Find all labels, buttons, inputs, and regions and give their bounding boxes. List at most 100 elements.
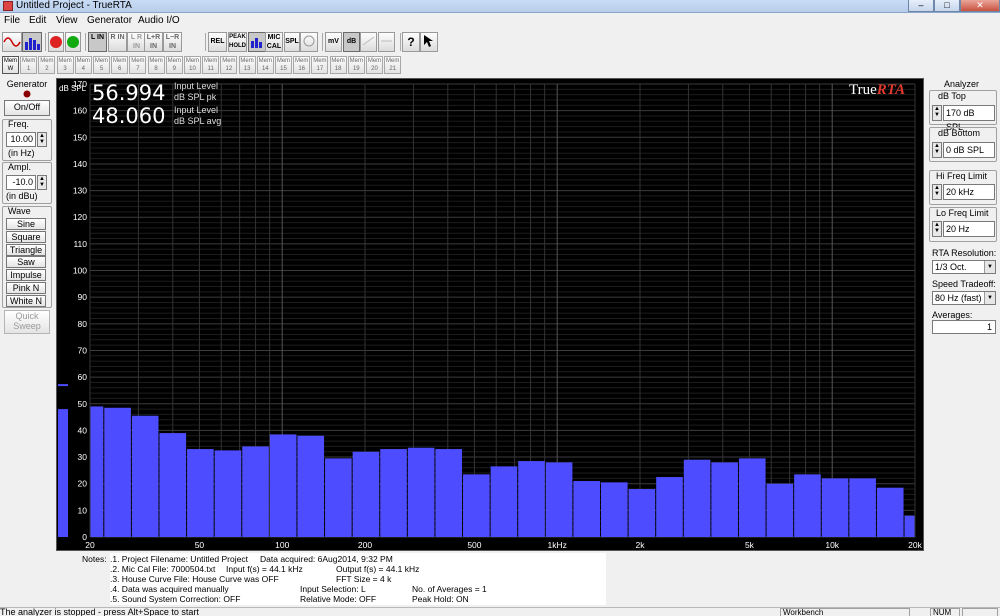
memory-button-10[interactable]: Mem 10 xyxy=(184,56,201,74)
memory-button-7[interactable]: Mem 7 xyxy=(129,56,147,74)
note-line-4c: No. of Averages = 1 xyxy=(412,584,487,594)
memory-button-12[interactable]: Mem 12 xyxy=(220,56,238,74)
memory-button-17[interactable]: Mem 17 xyxy=(311,56,329,74)
generator-on-off-button[interactable]: On/Off xyxy=(4,100,50,116)
y-tick-label: 10 xyxy=(78,505,88,515)
spectrum-view-button[interactable] xyxy=(22,32,42,52)
speed-tradeoff-value: 80 Hz (fast) xyxy=(935,293,982,303)
memory-button-11[interactable]: Mem 11 xyxy=(202,56,220,74)
generator-heading: Generator xyxy=(6,79,48,89)
note-line-3a: .3. House Curve File: House Curve was OF… xyxy=(110,574,279,584)
memory-button-0[interactable]: Mem W xyxy=(2,56,19,74)
db-bottom-field[interactable]: 0 dB SPL xyxy=(943,142,995,158)
db-top-spinner[interactable]: ▲ ▼ xyxy=(932,105,942,121)
ampl-unit-label: (in dBu) xyxy=(6,191,38,201)
input-left-button[interactable]: L IN xyxy=(88,32,107,52)
spectrum-bar xyxy=(794,474,821,537)
go-button[interactable] xyxy=(65,32,81,52)
memory-button-4[interactable]: Mem 4 xyxy=(74,56,92,74)
memory-button-3[interactable]: Mem 3 xyxy=(56,56,74,74)
stop-button[interactable] xyxy=(48,32,64,52)
disabled-meter-icon xyxy=(381,40,392,42)
average-view-button[interactable] xyxy=(248,32,266,52)
memory-button-20[interactable]: Mem 20 xyxy=(366,56,383,74)
memory-button-16[interactable]: Mem 16 xyxy=(293,56,311,74)
averages-field[interactable]: 1 xyxy=(932,320,996,334)
memory-button-13[interactable]: Mem 13 xyxy=(238,56,256,74)
memory-button-14[interactable]: Mem 14 xyxy=(256,56,274,74)
status-message: The analyzer is stopped - press Alt+Spac… xyxy=(0,607,199,616)
menu-audio-io[interactable]: Audio I/O xyxy=(138,15,180,27)
hi-freq-spinner[interactable]: ▲ ▼ xyxy=(932,184,942,200)
close-button[interactable]: ✕ xyxy=(960,0,1000,12)
input-sum-button[interactable]: L+R IN xyxy=(144,32,163,52)
memory-button-9[interactable]: Mem 9 xyxy=(165,56,183,74)
menu-view[interactable]: View xyxy=(56,15,78,27)
hi-freq-field[interactable]: 20 kHz xyxy=(943,184,995,200)
db-top-field[interactable]: 170 dB SPL xyxy=(943,105,995,132)
wrms-button[interactable] xyxy=(378,32,395,52)
quick-sweep-button[interactable]: Quick Sweep xyxy=(4,310,50,334)
memory-button-6[interactable]: Mem 6 xyxy=(111,56,129,74)
spectrum-bar xyxy=(821,478,849,537)
noise-button[interactable] xyxy=(300,32,318,52)
rta-resolution-select[interactable]: 1/3 Oct. ▼ xyxy=(932,260,996,274)
memory-button-8[interactable]: Mem 8 xyxy=(147,56,165,74)
memory-toolbar: Mem W Mem 1 Mem 2 Mem 3 Mem 4 Mem 5 Mem 6 Mem 7… xyxy=(0,55,402,75)
memory-button-1[interactable]: Mem 1 xyxy=(20,56,38,74)
note-line-2a: .2. Mic Cal File: 7000504.txt xyxy=(110,564,216,574)
peak-hold-button[interactable]: PEAK HOLD xyxy=(228,32,247,52)
memory-button-15[interactable]: Mem 15 xyxy=(275,56,292,74)
memory-button-21[interactable]: Mem 21 xyxy=(384,56,402,74)
wave-sine-button[interactable]: Sine xyxy=(6,218,46,230)
dropdown-arrow-icon: ▼ xyxy=(984,292,995,304)
ampl-input[interactable]: -10.0 xyxy=(6,175,36,190)
db-button[interactable]: dB xyxy=(343,32,360,52)
input-difference-button[interactable]: L−R IN xyxy=(163,32,182,52)
ampl-spinner[interactable]: ▲ ▼ xyxy=(37,175,47,190)
context-help-button[interactable] xyxy=(420,32,438,52)
lo-freq-spinner[interactable]: ▲ ▼ xyxy=(932,221,942,237)
minimize-button[interactable]: – xyxy=(908,0,934,12)
relative-button[interactable]: REL xyxy=(208,32,227,52)
menu-generator[interactable]: Generator xyxy=(87,15,132,27)
spectrum-bar xyxy=(573,481,600,537)
wave-pink-n-button[interactable]: Pink N xyxy=(6,282,46,294)
spectrum-bar xyxy=(656,477,683,537)
lo-freq-field[interactable]: 20 Hz xyxy=(943,221,995,237)
level-meter-avg-bar xyxy=(58,409,68,537)
db-fs-button[interactable] xyxy=(360,32,377,52)
peak-level-value: 56.994 xyxy=(92,81,166,105)
wave-white-n-button[interactable]: White N xyxy=(6,294,46,307)
peak-level-label: Input Level xyxy=(174,81,219,91)
freq-spinner[interactable]: ▲ ▼ xyxy=(37,132,47,147)
wave-saw-button[interactable]: Saw xyxy=(6,256,46,269)
mic-cal-button[interactable]: MIC CAL xyxy=(265,32,283,52)
freq-input[interactable]: 10.00 xyxy=(6,132,36,147)
x-tick-label: 200 xyxy=(358,540,372,550)
avg-level-value: 48.060 xyxy=(92,104,166,128)
menu-edit[interactable]: Edit xyxy=(29,15,46,27)
menu-file[interactable]: File xyxy=(4,15,20,27)
spl-button[interactable]: SPL xyxy=(284,32,300,52)
maximize-button[interactable]: □ xyxy=(934,0,960,12)
input-right-button[interactable]: R IN xyxy=(108,32,127,52)
memory-button-5[interactable]: Mem 5 xyxy=(93,56,110,74)
db-bottom-spinner[interactable]: ▲ ▼ xyxy=(932,142,942,158)
millivolt-button[interactable]: mV xyxy=(325,32,342,52)
speaker-icon xyxy=(303,35,315,47)
wave-triangle-button[interactable]: Triangle xyxy=(6,243,46,256)
help-button[interactable]: ? xyxy=(402,32,420,52)
wave-impulse-button[interactable]: Impulse xyxy=(6,269,46,282)
oscilloscope-view-button[interactable] xyxy=(2,32,22,52)
note-line-1b: Data acquired: 6Aug2014, 9:32 PM xyxy=(260,554,393,564)
rta-plot: 0 10 20 30 40 50 60 70 80 90 100 110 120 130 140 150 160… xyxy=(56,78,924,551)
wave-square-button[interactable]: Square xyxy=(6,230,46,243)
memory-button-18[interactable]: Mem 18 xyxy=(329,56,347,74)
memory-button-2[interactable]: Mem 2 xyxy=(38,56,56,74)
y-tick-label: 100 xyxy=(73,266,87,276)
spectrum-bar xyxy=(766,483,794,537)
speed-tradeoff-select[interactable]: 80 Hz (fast) ▼ xyxy=(932,291,996,305)
memory-button-19[interactable]: Mem 19 xyxy=(347,56,365,74)
main-toolbar: L IN R IN L R IN L+R IN L−R IN REL PEAK … xyxy=(0,30,445,54)
